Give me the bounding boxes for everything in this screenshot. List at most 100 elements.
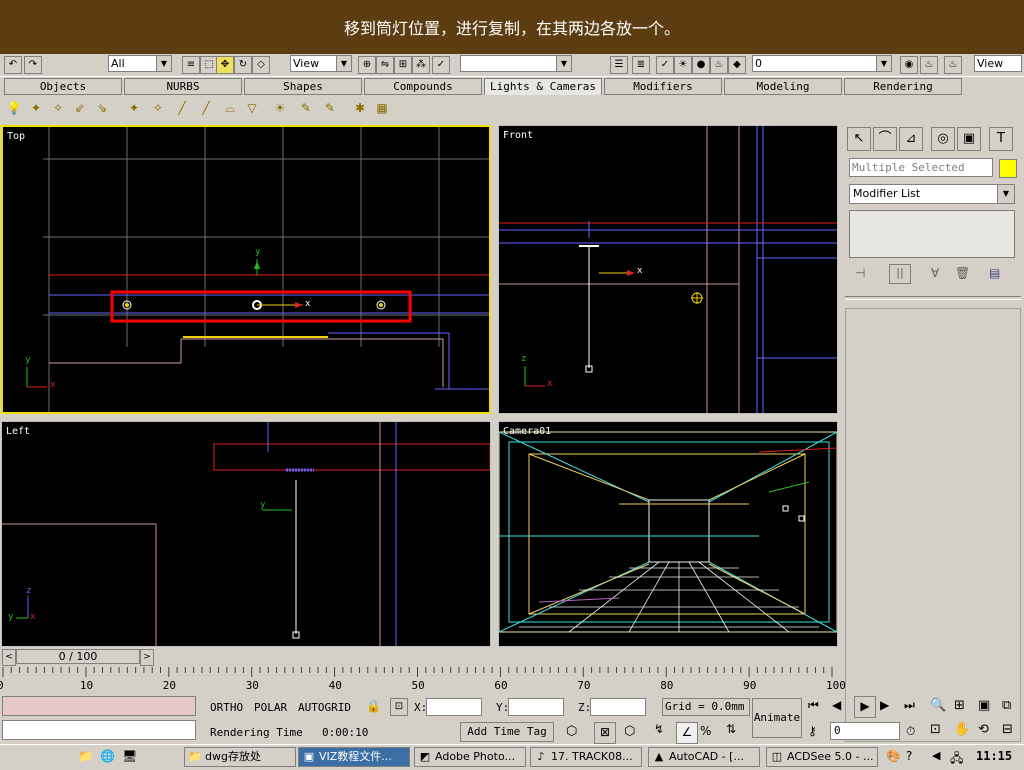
play-icon[interactable]: ▶ [854, 696, 876, 718]
scale-icon[interactable]: ◇ [252, 56, 270, 74]
create-tab-icon[interactable]: ↖ [847, 127, 871, 151]
task-photoshop[interactable]: ◩ Adobe Photo... [414, 747, 526, 767]
quicklaunch-folder-icon[interactable]: 📁 [78, 749, 93, 763]
light-bulb-icon[interactable]: ☀ [674, 56, 692, 74]
modify-tab-icon[interactable]: ⌒ [873, 127, 897, 151]
zoom-all-icon[interactable]: ⊞ [954, 698, 965, 713]
tray-network-icon[interactable]: 🖧 [950, 749, 963, 770]
task-track[interactable]: ♪ 17. TRACK08... [530, 747, 642, 767]
crossing-icon[interactable]: ⊠ [594, 722, 616, 744]
zoom-icon[interactable]: 🔍 [930, 698, 946, 713]
maxscript-listener-field[interactable] [2, 696, 196, 716]
pan-icon[interactable]: ✋ [954, 722, 970, 737]
task-acdsee[interactable]: ◫ ACDSee 5.0 - ... [766, 747, 878, 767]
time-config-icon[interactable]: ⏱ [906, 724, 915, 739]
tab-shapes[interactable]: Shapes [244, 78, 362, 95]
render-last-icon[interactable]: ♨ [944, 56, 962, 74]
absolute-mode-icon[interactable]: ⊡ [390, 698, 408, 716]
free-spot-icon[interactable]: ✧ [50, 100, 66, 116]
reference-coord-dropdown[interactable]: View ▼ [290, 55, 352, 72]
cone-light-icon[interactable]: ▽ [244, 100, 260, 116]
layers-icon[interactable]: ☰ [610, 56, 628, 74]
pin-stack-icon[interactable]: ⊣ [855, 266, 865, 280]
snaps-25-icon[interactable]: ↯ [654, 722, 664, 736]
animate-button[interactable]: Animate [752, 698, 802, 738]
tray-help-icon[interactable]: ? [906, 749, 912, 763]
z-coord-field[interactable] [590, 698, 646, 716]
omni-light-icon[interactable]: 💡 [6, 100, 22, 116]
utilities-tab-icon[interactable]: T [989, 127, 1013, 151]
y-coord-field[interactable] [508, 698, 564, 716]
zoom-extents-icon[interactable]: ▣ [978, 698, 990, 713]
named-selection-dropdown[interactable]: ▼ [460, 55, 572, 72]
render-icon[interactable]: ◆ [728, 56, 746, 74]
frame-field[interactable]: 0 [830, 722, 900, 740]
viewport-front[interactable]: Front x z x [498, 125, 838, 414]
show-end-result-icon[interactable]: || [889, 264, 911, 284]
tab-objects[interactable]: Objects [4, 78, 122, 95]
tab-modifiers[interactable]: Modifiers [604, 78, 722, 95]
material-icon[interactable]: ● [692, 56, 710, 74]
box-icon[interactable]: ⬡ [624, 724, 635, 739]
configure-modifier-sets-icon[interactable]: ▤ [989, 266, 1000, 280]
spinner-snap-icon[interactable]: ⇅ [726, 722, 736, 736]
task-dwg-folder[interactable]: 📁 dwg存放处 [184, 747, 296, 767]
modifier-stack[interactable] [849, 210, 1015, 258]
tab-lights-cameras[interactable]: Lights & Cameras [484, 78, 602, 95]
selection-icon[interactable]: ⬡ [566, 724, 577, 739]
polar-toggle[interactable]: POLAR [254, 701, 287, 714]
modifier-list-dropdown[interactable]: Modifier List ▼ [849, 184, 1015, 204]
percent-snap-icon[interactable]: % [700, 724, 711, 738]
next-frame-icon[interactable]: ▶ [880, 698, 889, 712]
maximize-viewport-icon[interactable]: ⊟ [1002, 722, 1013, 737]
frame-ruler[interactable]: 0 10 20 30 40 50 60 70 80 90 100 [0, 667, 846, 693]
target-direct-icon[interactable]: ⇙ [72, 100, 88, 116]
free-direct-icon[interactable]: ⇘ [94, 100, 110, 116]
spot-light-icon[interactable]: ⌓ [222, 100, 238, 116]
area-light-icon[interactable]: ╱ [198, 100, 214, 116]
teapot-icon[interactable]: ♨ [710, 56, 728, 74]
sunlight-icon[interactable]: ☀ [272, 100, 288, 116]
chevron-right-icon[interactable]: > [140, 649, 154, 666]
task-viz-tutorial[interactable]: ▣ VIZ教程文件... [298, 747, 410, 767]
checkmark-icon[interactable]: ✓ [656, 56, 674, 74]
object-color-swatch[interactable] [999, 159, 1017, 178]
go-to-start-icon[interactable]: ⏮ [808, 698, 819, 713]
list-icon[interactable]: ≣ [632, 56, 650, 74]
make-unique-icon[interactable]: ∀ [931, 266, 939, 280]
quicklaunch-desktop-icon[interactable]: 🖥 [122, 749, 137, 763]
tab-nurbs[interactable]: NURBS [124, 78, 242, 95]
object-name-field[interactable]: Multiple Selected [849, 158, 993, 177]
target-point-icon[interactable]: ✦ [126, 100, 142, 116]
target-camera-icon[interactable]: ✎ [298, 100, 314, 116]
target-spot-icon[interactable]: ✦ [28, 100, 44, 116]
zoom-region-icon[interactable]: ⊡ [930, 722, 941, 737]
render-scene-icon[interactable]: ♨ [920, 56, 938, 74]
chevron-left-icon[interactable]: < [2, 649, 16, 666]
key-mode-icon[interactable]: ⚷ [808, 724, 817, 738]
array-icon[interactable]: ⁂ [412, 56, 430, 74]
quicklaunch-ie-icon[interactable]: 🌐 [100, 749, 115, 763]
tab-rendering[interactable]: Rendering [844, 78, 962, 95]
time-slider[interactable]: < 0 / 100 > [0, 648, 840, 666]
select-by-name-icon[interactable]: ≡ [182, 56, 200, 74]
tray-palette-icon[interactable]: 🎨 [886, 749, 901, 763]
angle-snap-icon[interactable]: ∠ [676, 722, 698, 744]
viewport-top[interactable]: Top x y y x [1, 125, 491, 414]
tray-arrow-icon[interactable]: ◀ [932, 749, 940, 762]
lock-icon[interactable]: 🔒 [366, 699, 381, 713]
viewport-left[interactable]: Left y z y x [1, 421, 491, 647]
pivot-icon[interactable]: ⊕ [358, 56, 376, 74]
redo-icon[interactable]: ↷ [24, 56, 42, 74]
photometric-icon[interactable]: ▦ [374, 100, 390, 116]
motion-tab-icon[interactable]: ◎ [931, 127, 955, 151]
tab-compounds[interactable]: Compounds [364, 78, 482, 95]
render-type-dropdown[interactable]: View [974, 55, 1022, 72]
undo-icon[interactable]: ↶ [4, 56, 22, 74]
free-point-icon[interactable]: ✧ [150, 100, 166, 116]
number-field[interactable]: 0 ▼ [752, 55, 892, 72]
linear-light-icon[interactable]: ╱ [174, 100, 190, 116]
selection-filter-dropdown[interactable]: All ▼ [108, 55, 172, 72]
quick-render-icon[interactable]: ◉ [900, 56, 918, 74]
hierarchy-tab-icon[interactable]: ⊿ [899, 127, 923, 151]
